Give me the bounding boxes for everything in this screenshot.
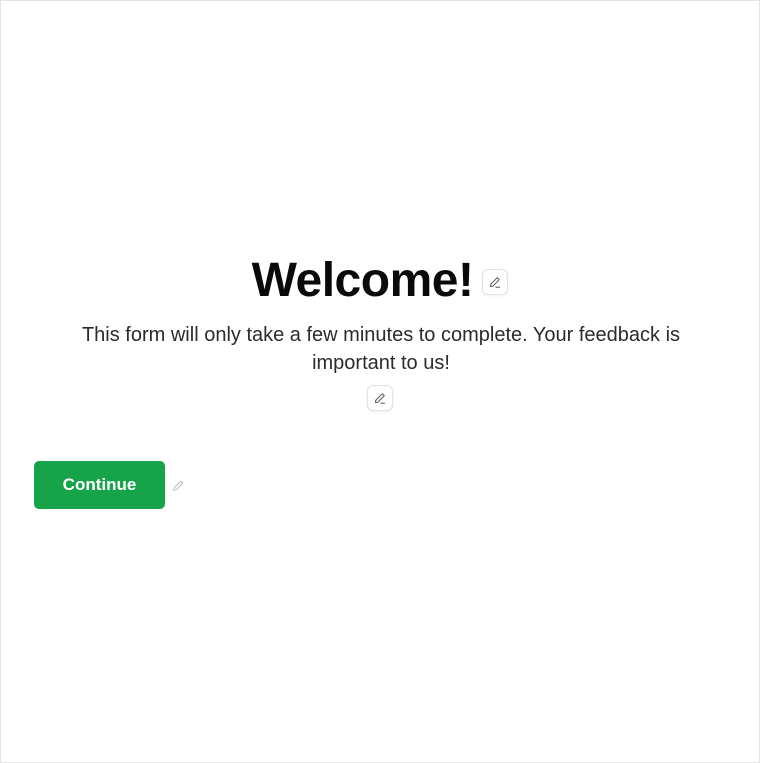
pencil-icon bbox=[375, 393, 385, 404]
pencil-icon bbox=[490, 277, 501, 288]
pencil-icon bbox=[172, 480, 183, 491]
edit-button-label[interactable] bbox=[171, 478, 185, 492]
page-title: Welcome! bbox=[251, 254, 474, 307]
edit-description-button[interactable] bbox=[367, 385, 393, 411]
edit-title-button[interactable] bbox=[482, 269, 509, 295]
title-row: Welcome! bbox=[1, 253, 759, 309]
continue-button[interactable]: Continue bbox=[34, 461, 165, 509]
form-canvas: Welcome! This form will only take a few … bbox=[0, 0, 760, 763]
page-description: This form will only take a few minutes t… bbox=[81, 324, 681, 374]
continue-row: Continue bbox=[34, 461, 185, 509]
